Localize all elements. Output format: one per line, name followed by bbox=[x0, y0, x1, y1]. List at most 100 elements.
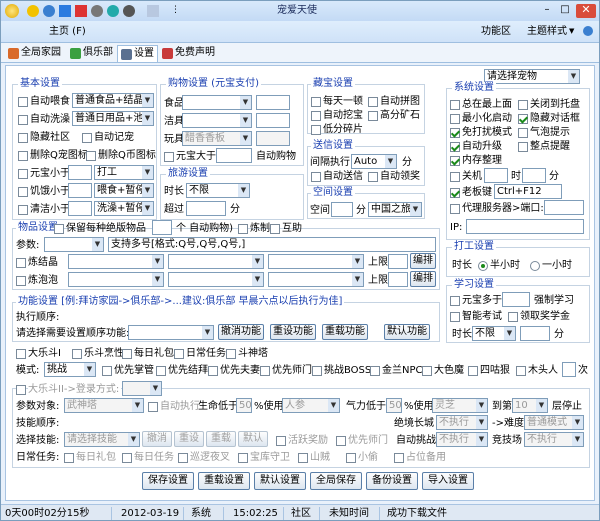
reload-function-button[interactable]: 重载功能 bbox=[322, 324, 368, 340]
fight-ii-checkbox[interactable] bbox=[16, 385, 26, 395]
crystal-upper-input[interactable] bbox=[388, 254, 408, 269]
crystal-select-2[interactable] bbox=[168, 254, 264, 269]
gear-icon[interactable] bbox=[91, 5, 103, 17]
close-button[interactable]: ✕ bbox=[576, 4, 596, 18]
boss-key-input[interactable]: Ctrl+F12 bbox=[494, 184, 562, 199]
memory-checkbox[interactable] bbox=[450, 156, 460, 166]
wash-select[interactable]: 普通日用品+池 bbox=[72, 111, 154, 126]
daily2-checkbox[interactable] bbox=[122, 453, 132, 463]
space-select[interactable]: 中国之旅 bbox=[368, 202, 422, 217]
qq-icon[interactable] bbox=[123, 5, 135, 17]
maximize-button[interactable]: □ bbox=[557, 4, 573, 18]
tab-settings[interactable]: 设置 bbox=[117, 45, 158, 62]
save-settings-button[interactable]: 保存设置 bbox=[142, 472, 194, 490]
clean-action-select[interactable]: 洗澡+暂停 bbox=[94, 201, 154, 216]
param-select[interactable] bbox=[44, 237, 104, 252]
default-function-button[interactable]: 默认功能 bbox=[384, 324, 430, 340]
travel-duration-select[interactable]: 不限 bbox=[186, 183, 250, 198]
mode4-checkbox[interactable] bbox=[260, 366, 270, 376]
smart-exam-checkbox[interactable] bbox=[450, 312, 460, 322]
keep-each-count[interactable] bbox=[152, 220, 172, 235]
default-settings-button[interactable]: 默认设置 bbox=[254, 472, 306, 490]
close-tray-checkbox[interactable] bbox=[518, 100, 528, 110]
shop-toy-select[interactable]: 醋香香板 bbox=[182, 131, 252, 146]
skill-reload-button[interactable]: 重载 bbox=[206, 431, 236, 447]
shutdown-checkbox[interactable] bbox=[450, 172, 460, 182]
help-icon[interactable] bbox=[583, 26, 593, 36]
crystal-select-1[interactable] bbox=[68, 254, 164, 269]
yuanbao-gt-input[interactable] bbox=[216, 148, 252, 163]
cancel-function-button[interactable]: 撤消功能 bbox=[218, 324, 264, 340]
min-start-checkbox[interactable] bbox=[450, 114, 460, 124]
auto-send-checkbox[interactable] bbox=[311, 172, 321, 182]
arena-select[interactable]: 不执行 bbox=[524, 432, 584, 447]
auto-exec-checkbox[interactable] bbox=[148, 402, 158, 412]
clean-lt-input[interactable] bbox=[68, 201, 92, 216]
high-ore-checkbox[interactable] bbox=[368, 111, 378, 121]
skill-default-button[interactable]: 默认 bbox=[238, 431, 268, 447]
auto-dig-checkbox[interactable] bbox=[311, 111, 321, 121]
keep-each-checkbox[interactable] bbox=[54, 224, 64, 234]
bulb-icon[interactable] bbox=[27, 5, 39, 17]
mode6-checkbox[interactable] bbox=[370, 366, 380, 376]
study-duration-select[interactable]: 不限 bbox=[472, 326, 516, 341]
chart-icon[interactable] bbox=[75, 5, 87, 17]
daily1-checkbox[interactable] bbox=[64, 453, 74, 463]
menu-theme[interactable]: 主题样式 bbox=[527, 25, 567, 38]
window-icon[interactable] bbox=[147, 5, 159, 17]
menu-home[interactable]: 主页 (F) bbox=[49, 25, 86, 38]
hide-community-checkbox[interactable] bbox=[18, 133, 28, 143]
hide-dialog-checkbox[interactable] bbox=[518, 114, 528, 124]
yuanbao-action-select[interactable]: 打工 bbox=[94, 165, 154, 180]
backup-settings-button[interactable]: 备份设置 bbox=[366, 472, 418, 490]
pool-select-1[interactable] bbox=[68, 272, 164, 287]
shop-clean-select[interactable] bbox=[182, 113, 252, 128]
qi-item-select[interactable]: 灵芝 bbox=[432, 398, 488, 413]
h-icon[interactable] bbox=[59, 5, 71, 17]
active-reward-checkbox[interactable] bbox=[276, 436, 286, 446]
pool-upper-input[interactable] bbox=[388, 272, 408, 287]
auto-feed-checkbox[interactable] bbox=[18, 97, 28, 107]
shop-food-count[interactable] bbox=[256, 95, 290, 110]
great-wall-select[interactable]: 不执行 bbox=[436, 415, 488, 430]
space-input[interactable] bbox=[331, 202, 353, 217]
function-select[interactable] bbox=[128, 325, 214, 340]
login-mode-select[interactable] bbox=[122, 381, 162, 396]
travel-over-input[interactable] bbox=[186, 201, 226, 216]
yuanbao-gt-checkbox[interactable] bbox=[164, 152, 174, 162]
minimize-button[interactable]: – bbox=[539, 4, 555, 18]
face-icon[interactable] bbox=[107, 5, 119, 17]
pool-sort-button[interactable]: 编排 bbox=[410, 271, 436, 287]
yuanbao-lt-checkbox[interactable] bbox=[18, 169, 28, 179]
clean-lt-checkbox[interactable] bbox=[18, 205, 28, 215]
daily4-checkbox[interactable] bbox=[238, 453, 248, 463]
refine-checkbox[interactable] bbox=[238, 224, 248, 234]
qi-value-input[interactable]: 50 bbox=[386, 398, 402, 413]
param-input[interactable]: 支持多号[格式:Q号,Q号,Q号,] bbox=[108, 237, 436, 252]
pool-select-3[interactable] bbox=[268, 272, 364, 287]
proxy-checkbox[interactable] bbox=[450, 204, 460, 214]
hunger-lt-checkbox[interactable] bbox=[18, 187, 28, 197]
tab-club[interactable]: 俱乐部 bbox=[67, 45, 116, 62]
chevron-down-icon[interactable]: ▼ bbox=[569, 25, 574, 38]
tab-disclaimer[interactable]: 免费声明 bbox=[159, 45, 218, 62]
low-fragment-checkbox[interactable] bbox=[311, 125, 321, 135]
game5-checkbox[interactable] bbox=[226, 349, 236, 359]
mode1-checkbox[interactable] bbox=[102, 366, 112, 376]
skill-cancel-button[interactable]: 撤消 bbox=[142, 431, 172, 447]
auto-puzzle-checkbox[interactable] bbox=[368, 97, 378, 107]
game4-checkbox[interactable] bbox=[174, 349, 184, 359]
toolbar-more-icon[interactable]: ⋮ bbox=[171, 5, 180, 15]
mode7-checkbox[interactable] bbox=[422, 366, 432, 376]
proxy-ip-input[interactable] bbox=[466, 219, 584, 234]
game3-checkbox[interactable] bbox=[122, 349, 132, 359]
daily-checkbox[interactable] bbox=[311, 97, 321, 107]
daily6-checkbox[interactable] bbox=[346, 453, 356, 463]
interval-select[interactable]: Auto bbox=[351, 154, 397, 169]
pool-select-2[interactable] bbox=[168, 272, 264, 287]
skill-reset-button[interactable]: 重设 bbox=[174, 431, 204, 447]
difficulty-select[interactable]: 普通模式 bbox=[524, 415, 584, 430]
proxy-port-input[interactable] bbox=[544, 200, 584, 215]
crystal-select-3[interactable] bbox=[268, 254, 364, 269]
feed-select[interactable]: 普通食品+结晶 bbox=[72, 93, 154, 108]
